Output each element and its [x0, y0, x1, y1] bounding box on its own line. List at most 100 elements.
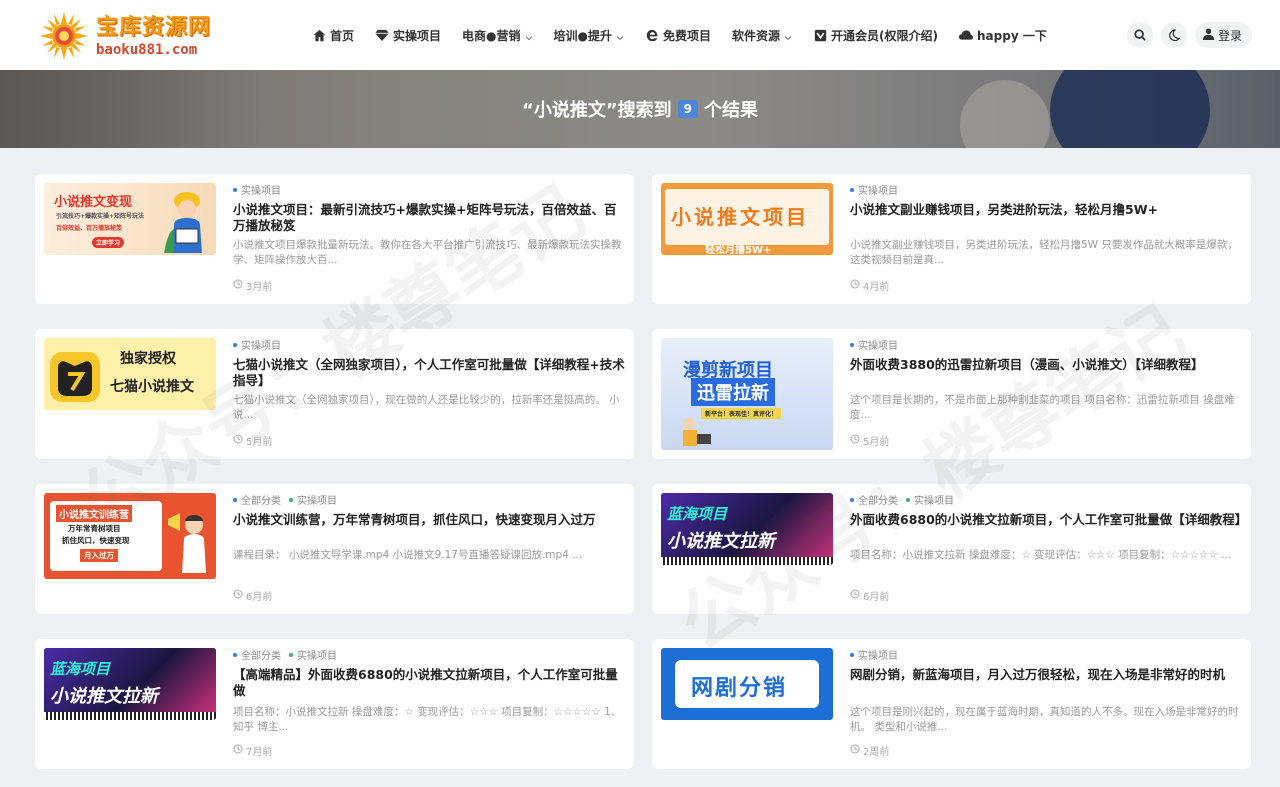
nav-item-happy[interactable]: happy 一下 [959, 27, 1047, 44]
login-button[interactable]: 登录 [1194, 22, 1252, 48]
clock-icon [233, 589, 246, 602]
illustration-image [675, 416, 715, 448]
result-title[interactable]: 【高端精品】外面收费6880的小说推文拉新项目，个人工作室可批量做 [233, 667, 625, 699]
result-description: 项目名称：小说推文拉新 操盘难度：☆ 变现评估：☆☆☆ 项目复制：☆☆☆☆☆ .… [850, 549, 1232, 561]
result-description: 项目名称：小说推文拉新 操盘难度：☆ 变现评估：☆☆☆ 项目复制：☆☆☆☆☆ 1… [233, 706, 622, 733]
nav-item-home[interactable]: 首页 [312, 27, 354, 44]
nav-label: 实操项目 [393, 28, 442, 43]
result-title[interactable]: 外面收费6880的小说推文拉新项目，个人工作室可批量做【详细教程】 [850, 512, 1247, 528]
main-nav: 首页 实操项目 电商●营销 培训●提升 免费项目 软件资源 开通会员(权限介绍) [312, 0, 1068, 70]
result-thumbnail[interactable]: 小说推文训练营 万年常青树项目 抓住风口，快速变现 月入过万 [44, 493, 216, 579]
result-title[interactable]: 小说推文副业赚钱项目，另类进阶玩法，轻松月撸5W+ [850, 202, 1242, 218]
category-tag[interactable]: 全部分类 [233, 492, 281, 507]
category-tags: 实操项目 [850, 182, 906, 197]
category-tag[interactable]: 实操项目 [850, 182, 898, 197]
result-thumbnail[interactable]: 网剧分销 [661, 648, 833, 720]
category-tag[interactable]: 实操项目 [289, 647, 337, 662]
category-tag[interactable]: 全部分类 [850, 492, 898, 507]
post-time: 6月前 [233, 588, 272, 603]
result-card[interactable]: 小说推文训练营 万年常青树项目 抓住风口，快速变现 月入过万 全部分类 实操项目… [35, 484, 634, 614]
clock-icon [850, 434, 863, 447]
thumb-line: 轻松月撸5W+ [705, 245, 772, 255]
time-label: 6月前 [246, 592, 273, 603]
thumb-line: 小说推文拉新 [50, 686, 158, 707]
user-icon [1202, 28, 1218, 43]
category-tags: 全部分类 实操项目 [850, 492, 962, 507]
category-tag[interactable]: 实操项目 [233, 337, 281, 352]
nav-item-training[interactable]: 培训●提升 [554, 27, 624, 44]
search-heading-prefix: “小说推文”搜索到 [521, 100, 672, 121]
thumb-line: 迅雷拉新 [691, 378, 775, 406]
chevron-down-icon [784, 31, 792, 41]
result-card[interactable]: 网剧分销 实操项目 网剧分销，新蓝海项目，月入过万很轻松，现在入场是非常好的时机… [652, 639, 1251, 769]
time-label: 2周前 [863, 747, 890, 758]
result-card[interactable]: 漫剪新项目 迅雷拉新 新平台！表现佳！真评化！ 实操项目 外面收费3880的迅雷… [652, 329, 1251, 459]
result-card[interactable]: 蓝海项目 小说推文拉新 全部分类 实操项目 外面收费6880的小说推文拉新项目，… [652, 484, 1251, 614]
result-description: 课程目录： 小说推文导学课.mp4 小说推文9.17号直播答疑课回放.mp4 .… [233, 549, 583, 561]
result-description: 这个项目是长期的，不是市面上那种割韭菜的项目 项目名称：迅雷拉新项目 操盘难度.… [850, 394, 1235, 421]
thumb-line: 抓住风口，快速变现 [62, 536, 130, 545]
nav-label: 电商●营销 [462, 28, 521, 43]
time-label: 3月前 [246, 282, 273, 293]
result-description: 七猫小说推文（全网独家项目），现在做的人还是比较少的，拉新率还是挺高的。 小说.… [233, 394, 620, 421]
result-thumbnail[interactable]: 小说推文项目 轻松月撸5W+ [661, 183, 833, 255]
edge-icon [645, 28, 659, 42]
cloud-icon [959, 28, 974, 42]
nav-label: happy 一下 [977, 28, 1047, 43]
result-title[interactable]: 小说推文训练营，万年常青树项目，抓住风口，快速变现月入过万 [233, 512, 625, 528]
nav-item-ecommerce[interactable]: 电商●营销 [462, 27, 532, 44]
nav-label: 首页 [330, 28, 355, 43]
nav-item-free[interactable]: 免费项目 [645, 27, 711, 44]
home-icon [312, 28, 326, 42]
illustration-image [162, 187, 212, 253]
post-time: 7月前 [233, 743, 272, 758]
nav-item-projects[interactable]: 实操项目 [375, 27, 441, 44]
clock-icon [233, 279, 246, 292]
category-tag[interactable]: 实操项目 [850, 647, 898, 662]
thumb-line: 引流技巧+爆款实操+矩阵号玩法 [56, 213, 145, 220]
search-heading-suffix: 个结果 [704, 100, 759, 121]
result-thumbnail[interactable]: 小说推文变现 引流技巧+爆款实操+矩阵号玩法 百倍效益、百万播放秘笈 立即学习 [44, 183, 216, 255]
result-thumbnail[interactable]: 蓝海项目 小说推文拉新 [44, 648, 216, 720]
category-tag[interactable]: 全部分类 [233, 647, 281, 662]
result-card[interactable]: 小说推文项目 轻松月撸5W+ 实操项目 小说推文副业赚钱项目，另类进阶玩法，轻松… [652, 174, 1251, 304]
nav-label: 培训●提升 [553, 28, 612, 43]
search-button[interactable] [1126, 22, 1153, 48]
category-tag[interactable]: 实操项目 [850, 337, 898, 352]
logo-title: 宝库资源网 [96, 13, 212, 40]
clock-icon [850, 279, 863, 292]
nav-item-software[interactable]: 软件资源 [732, 27, 792, 44]
post-time: 3月前 [233, 278, 272, 293]
result-card[interactable]: 小说推文变现 引流技巧+爆款实操+矩阵号玩法 百倍效益、百万播放秘笈 立即学习 … [35, 174, 634, 304]
result-title[interactable]: 外面收费3880的迅雷拉新项目（漫画、小说推文）【详细教程】 [850, 357, 1242, 373]
category-tag[interactable]: 实操项目 [906, 492, 954, 507]
nav-item-vip[interactable]: 开通会员(权限介绍) [813, 27, 938, 44]
result-title[interactable]: 网剧分销，新蓝海项目，月入过万很轻松，现在入场是非常好的时机 [850, 667, 1242, 683]
result-thumbnail[interactable]: 独家授权 七猫小说推文 [44, 338, 216, 410]
category-tag[interactable]: 实操项目 [233, 182, 281, 197]
thumb-line: 网剧分销 [691, 676, 788, 701]
category-tag[interactable]: 实操项目 [289, 492, 337, 507]
clock-icon [850, 744, 863, 757]
post-time: 4月前 [850, 278, 889, 293]
thumb-line: 小说推文拉新 [667, 531, 775, 552]
dark-mode-button[interactable] [1160, 22, 1187, 48]
nav-label: 软件资源 [732, 28, 781, 43]
time-label: 5月前 [246, 437, 273, 448]
result-title[interactable]: 小说推文项目：最新引流技巧+爆款实操+矩阵号玩法，百倍效益、百万播放秘笈 [233, 202, 625, 234]
diamond-icon [375, 28, 389, 42]
result-title[interactable]: 七猫小说推文（全网独家项目），个人工作室可批量做【详细教程+技术指导】 [233, 357, 625, 389]
result-thumbnail[interactable]: 漫剪新项目 迅雷拉新 新平台！表现佳！真评化！ [661, 338, 833, 450]
thumb-line: 小说推文项目 [671, 205, 809, 229]
thumb-line: 蓝海项目 [667, 505, 728, 523]
result-description: 小说推文副业赚钱项目，另类进阶玩法，轻松月撸5W 只要发作品就大概率是爆款，这类… [850, 239, 1238, 266]
category-tags: 实操项目 [233, 337, 289, 352]
result-card[interactable]: 蓝海项目 小说推文拉新 全部分类 实操项目 【高端精品】外面收费6880的小说推… [35, 639, 634, 769]
result-thumbnail[interactable]: 蓝海项目 小说推文拉新 [661, 493, 833, 565]
site-logo[interactable]: 宝库资源网 baoku881.com [38, 9, 218, 63]
illustration-image [166, 503, 214, 573]
category-tags: 实操项目 [850, 647, 906, 662]
clock-icon [233, 434, 246, 447]
result-card[interactable]: 独家授权 七猫小说推文 实操项目 七猫小说推文（全网独家项目），个人工作室可批量… [35, 329, 634, 459]
result-description: 小说推文项目爆款批量新玩法。教你在各大平台推广引流技巧、最新爆款玩法实操教学、矩… [233, 239, 622, 266]
